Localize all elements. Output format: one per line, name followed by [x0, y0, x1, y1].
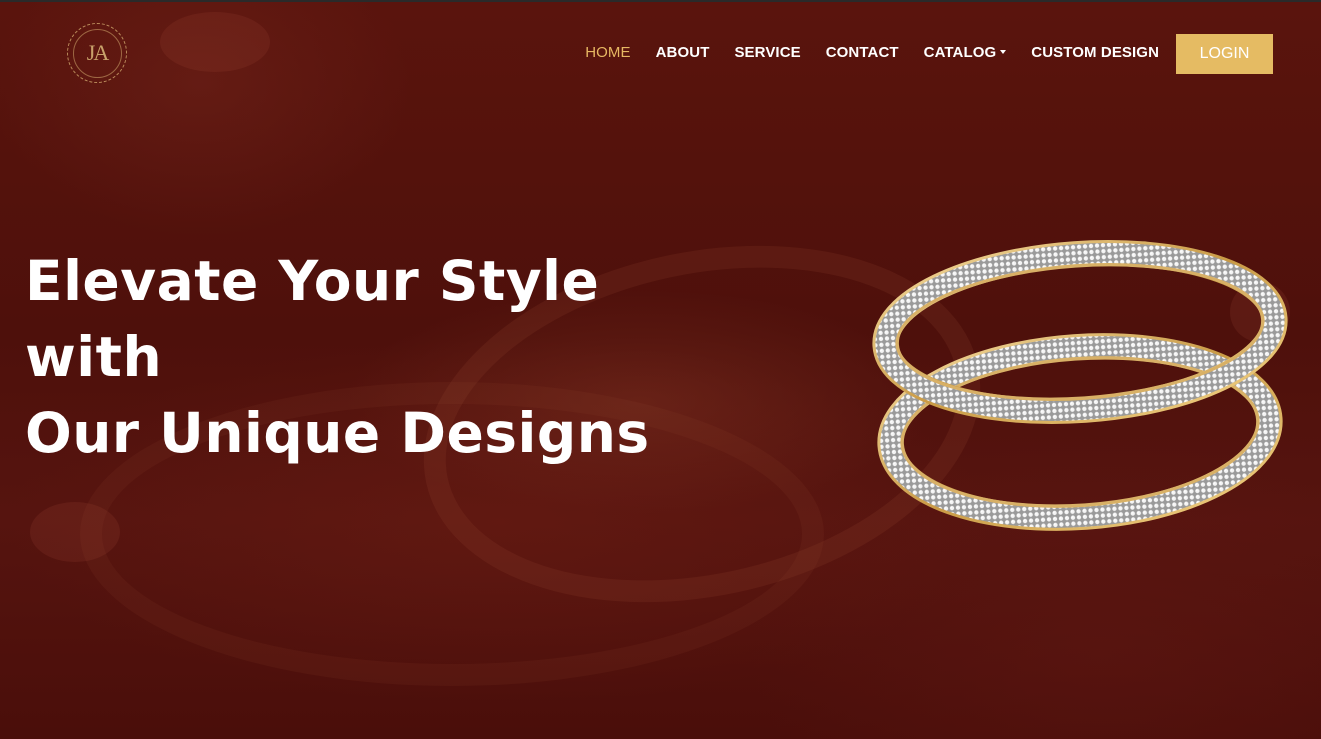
nav-home[interactable]: HOME — [585, 44, 630, 61]
headline-line-1: Elevate Your Style — [25, 249, 600, 313]
nav-service[interactable]: SERVICE — [734, 44, 800, 61]
caret-down-icon — [1000, 50, 1007, 54]
headline-line-2: with — [25, 325, 163, 389]
headline-line-3: Our Unique Designs — [25, 401, 650, 465]
nav-catalog-dropdown[interactable]: CATALOG — [924, 44, 1007, 61]
bangle-upper — [872, 240, 1288, 424]
navbar: JA HOME ABOUT SERVICE CONTACT CATALOG CU… — [0, 2, 1321, 102]
diamond-bangles-image — [872, 240, 1288, 531]
hero-section: JA HOME ABOUT SERVICE CONTACT CATALOG CU… — [0, 0, 1321, 739]
nav-catalog-label: CATALOG — [923, 44, 997, 61]
login-button[interactable]: LOGIN — [1176, 34, 1273, 74]
brand-logo[interactable]: JA — [67, 23, 127, 83]
nav-custom-design[interactable]: CUSTOM DESIGN — [1031, 44, 1159, 61]
hero-headline: Elevate Your Style with Our Unique Desig… — [25, 243, 650, 471]
bangle-lower — [877, 333, 1283, 531]
bokeh-light — [30, 502, 120, 562]
nav-contact[interactable]: CONTACT — [826, 44, 899, 61]
logo-monogram: JA — [86, 40, 109, 65]
nav-about[interactable]: ABOUT — [656, 44, 710, 61]
nav-links: HOME ABOUT SERVICE CONTACT CATALOG CUSTO… — [560, 44, 1159, 61]
